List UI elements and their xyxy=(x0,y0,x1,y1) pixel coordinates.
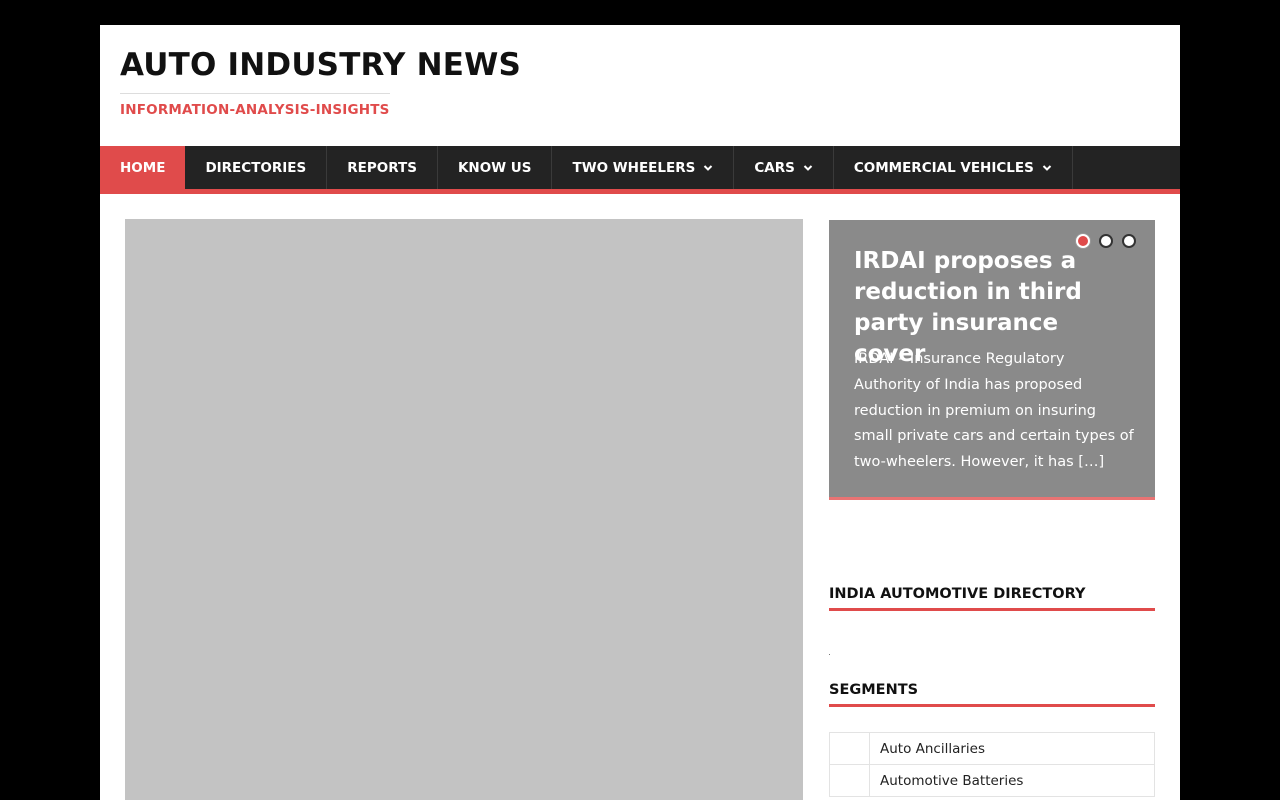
nav-label: TWO WHEELERS xyxy=(572,159,696,176)
nav-item-reports[interactable]: REPORTS xyxy=(327,146,438,189)
page-container: AUTO INDUSTRY NEWS INFORMATION-ANALYSIS-… xyxy=(100,25,1180,800)
directory-widget-content xyxy=(829,654,830,655)
site-title[interactable]: AUTO INDUSTRY NEWS xyxy=(120,47,521,83)
nav-item-directories[interactable]: DIRECTORIES xyxy=(185,146,328,189)
main-nav: HOME DIRECTORIES REPORTS KNOW US TWO WHE… xyxy=(100,146,1180,194)
segments-table: Auto Ancillaries Automotive Batteries xyxy=(829,732,1155,797)
table-row: Auto Ancillaries xyxy=(829,732,1155,765)
nav-label: REPORTS xyxy=(347,159,417,176)
nav-item-commercial-vehicles[interactable]: COMMERCIAL VEHICLES xyxy=(834,146,1073,189)
chevron-down-icon xyxy=(1042,164,1052,171)
segment-icon-cell xyxy=(829,764,870,797)
nav-label: KNOW US xyxy=(457,159,532,176)
segment-link[interactable]: Auto Ancillaries xyxy=(869,732,1155,765)
nav-label: COMMERCIAL VEHICLES xyxy=(853,159,1034,176)
chevron-down-icon xyxy=(803,164,813,171)
nav-item-home[interactable]: HOME xyxy=(100,146,186,189)
nav-item-two-wheelers[interactable]: TWO WHEELERS xyxy=(552,146,735,189)
slide-excerpt: IRDAI – Insurance Regulatory Authority o… xyxy=(854,351,1134,471)
nav-label: DIRECTORIES xyxy=(205,159,307,176)
segment-icon-cell xyxy=(829,732,870,765)
featured-image-placeholder[interactable] xyxy=(125,219,803,800)
nav-label: HOME xyxy=(120,159,166,176)
nav-label: CARS xyxy=(754,159,795,176)
chevron-down-icon xyxy=(704,164,713,171)
widget-title-segments: SEGMENTS xyxy=(829,682,1155,707)
nav-item-know-us[interactable]: KNOW US xyxy=(438,146,553,189)
table-row: Automotive Batteries xyxy=(829,764,1155,797)
segment-link[interactable]: Automotive Batteries xyxy=(869,764,1155,797)
widget-title-directory: INDIA AUTOMOTIVE DIRECTORY xyxy=(829,586,1155,611)
site-tagline: INFORMATION-ANALYSIS-INSIGHTS xyxy=(120,93,390,118)
site-header: AUTO INDUSTRY NEWS INFORMATION-ANALYSIS-… xyxy=(100,25,1180,146)
featured-slider[interactable]: IRDAI proposes a reduction in third part… xyxy=(829,220,1155,500)
nav-item-cars[interactable]: CARS xyxy=(734,146,834,189)
